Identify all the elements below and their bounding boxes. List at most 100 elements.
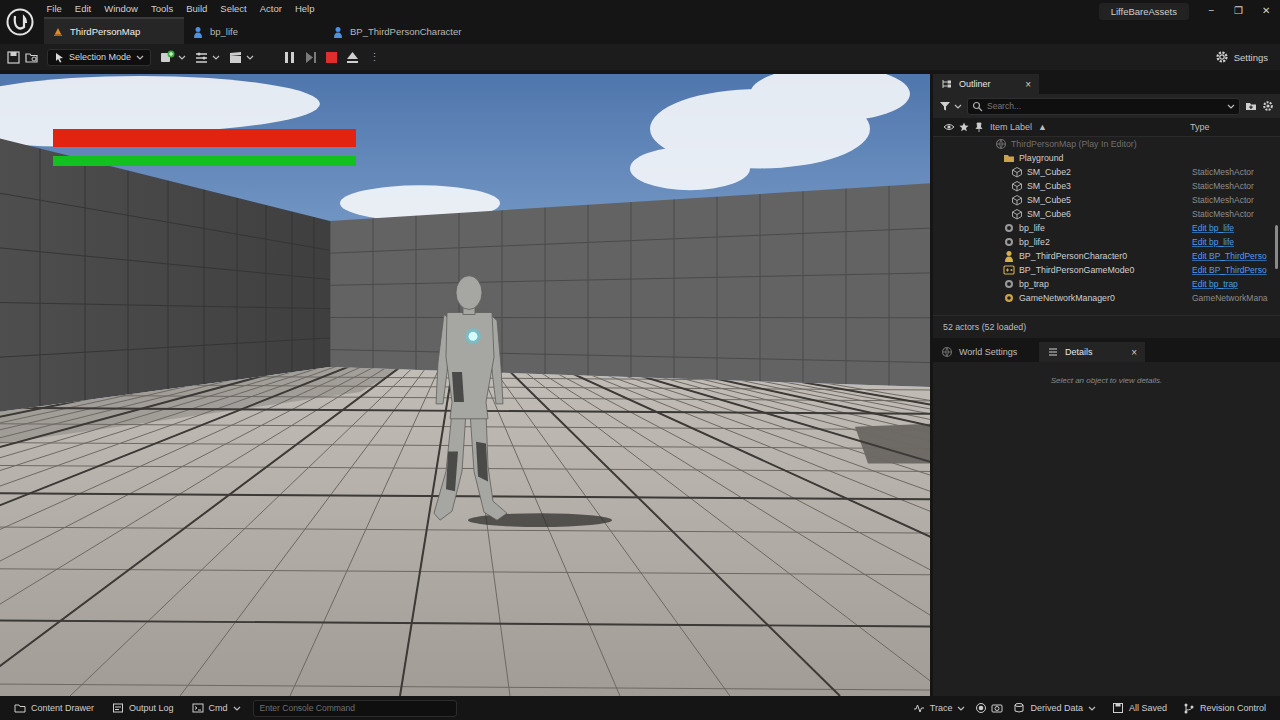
trace-icon <box>913 702 925 714</box>
add-folder-icon <box>1245 100 1257 112</box>
edit-blueprint-link[interactable]: Edit bp_trap <box>1192 279 1238 289</box>
edit-blueprint-link[interactable]: Edit bp_life <box>1192 223 1234 233</box>
document-tab[interactable]: BP_ThirdPersonCharacter <box>324 17 475 44</box>
row-label: bp_life <box>1019 223 1045 233</box>
cinematics-button[interactable] <box>228 50 254 65</box>
world-icon <box>995 138 1007 150</box>
item-label-column[interactable]: Item Label▲ <box>986 122 1190 132</box>
panel-tab-label: World Settings <box>959 347 1017 357</box>
selection-mode-dropdown[interactable]: Selection Mode <box>47 49 151 66</box>
row-label: GameNetworkManager0 <box>1019 293 1115 303</box>
menu-item[interactable]: Window <box>98 3 145 14</box>
document-tab[interactable]: bp_life <box>184 17 324 44</box>
edit-blueprint-link[interactable]: Edit bp_life <box>1192 237 1234 247</box>
status-item[interactable]: Cmd <box>186 702 247 714</box>
add-actor-button[interactable] <box>159 50 186 65</box>
outliner-row[interactable]: SM_Cube3StaticMeshActor <box>933 179 1280 193</box>
menu-item[interactable]: Build <box>180 3 214 14</box>
cube-icon <box>1011 194 1023 206</box>
window-control-button[interactable]: ✕ <box>1259 5 1272 16</box>
manager-icon <box>1003 292 1015 304</box>
outliner-row[interactable]: BP_ThirdPersonCharacter0Edit BP_ThirdPer… <box>933 249 1280 263</box>
menu-item[interactable]: File <box>40 3 68 14</box>
status-item[interactable]: Derived Data <box>1007 702 1102 714</box>
filter-button[interactable] <box>939 100 962 112</box>
blueprint-button[interactable] <box>194 50 220 65</box>
status-label: Revision Control <box>1200 703 1266 713</box>
outliner-tab[interactable]: Outliner× <box>933 74 1039 94</box>
pause-icon <box>282 50 297 65</box>
eye-icon <box>943 122 955 132</box>
row-type: StaticMeshActor <box>1192 181 1254 191</box>
star-icon <box>959 122 969 132</box>
outliner-row[interactable]: SM_Cube5StaticMeshActor <box>933 193 1280 207</box>
status-item[interactable]: Output Log <box>106 702 180 714</box>
play-controls: ⋮ <box>282 50 383 65</box>
row-label: SM_Cube5 <box>1027 195 1071 205</box>
row-label: ThirdPersonMap (Play In Editor) <box>1011 139 1137 149</box>
outliner-row[interactable]: bp_life2Edit bp_life <box>933 235 1280 249</box>
outliner-row[interactable]: SM_Cube2StaticMeshActor <box>933 165 1280 179</box>
revision-control-icon <box>1183 702 1195 714</box>
edit-blueprint-link[interactable]: Edit BP_ThirdPerso <box>1192 265 1267 275</box>
close-button[interactable]: × <box>1013 79 1031 90</box>
document-tab[interactable]: ThirdPersonMap <box>44 17 184 44</box>
output-log-icon <box>112 702 124 714</box>
outliner-row[interactable]: bp_life Edit bp_life <box>933 221 1280 235</box>
outliner-row[interactable]: BP_ThirdPersonGameMode0Edit BP_ThirdPers… <box>933 263 1280 277</box>
outliner-row[interactable]: bp_trapEdit bp_trap <box>933 277 1280 291</box>
cube-icon <box>1011 208 1023 220</box>
outliner-rows: ThirdPersonMap (Play In Editor) Playgroun… <box>933 137 1280 315</box>
edit-blueprint-link[interactable]: Edit BP_ThirdPerso <box>1192 251 1267 261</box>
window-controls: − ❐ ✕ <box>1205 3 1272 16</box>
window-control-button[interactable]: ❐ <box>1232 5 1245 16</box>
outliner-icon <box>941 78 953 90</box>
outliner-row[interactable]: SM_Cube6StaticMeshActor <box>933 207 1280 221</box>
level-viewport[interactable] <box>0 74 930 696</box>
outliner-row[interactable]: GameNetworkManager0GameNetworkMana <box>933 291 1280 305</box>
status-bar: Content Drawer Output Log Cmd Trace Derived … <box>0 696 1280 720</box>
column-label: Type <box>1190 122 1210 132</box>
settings-button[interactable]: Settings <box>1215 50 1274 64</box>
window-control-button[interactable]: − <box>1205 5 1218 16</box>
details-panel: World SettingsDetails×Select an object t… <box>933 342 1280 696</box>
project-name: LiffeBareAssets <box>1099 3 1189 20</box>
main-toolbar: Selection Mode ⋮ Settings <box>0 44 1280 70</box>
menu-item[interactable]: Select <box>214 3 253 14</box>
type-column[interactable]: Type <box>1190 122 1280 132</box>
console-input[interactable] <box>253 700 457 717</box>
bar-fill <box>53 129 356 147</box>
status-item[interactable]: Content Drawer <box>8 702 100 714</box>
status-item[interactable]: Revision Control <box>1177 702 1272 714</box>
menu-item[interactable]: Actor <box>253 3 288 14</box>
panel-tab[interactable]: World Settings <box>933 342 1039 362</box>
status-item[interactable]: Trace <box>907 702 972 714</box>
chevron-down-icon <box>233 705 241 712</box>
select-arrow-icon <box>54 52 64 63</box>
folder-icon <box>1003 152 1015 164</box>
menu-item[interactable]: Edit <box>68 3 97 14</box>
menu-item[interactable]: Help <box>288 3 321 14</box>
browse-icon <box>24 50 39 65</box>
side-panels: Outliner×Item Label▲TypeThirdPersonMap (… <box>933 74 1280 696</box>
clapperboard-icon <box>228 50 243 65</box>
status-label: Content Drawer <box>31 703 94 713</box>
blueprint-icon <box>332 26 344 38</box>
outliner-column-header: Item Label▲Type <box>933 118 1280 137</box>
screenshot-icon <box>991 702 1003 714</box>
scrollbar[interactable] <box>1275 225 1278 269</box>
more-options-button[interactable]: ⋮ <box>366 51 383 64</box>
outliner-row[interactable]: ThirdPersonMap (Play In Editor) <box>933 137 1280 151</box>
menu-item[interactable]: Tools <box>144 3 179 14</box>
column-label: Item Label <box>990 122 1032 132</box>
outliner-row[interactable]: Playground <box>933 151 1280 165</box>
cube-icon <box>1011 166 1023 178</box>
world-icon <box>941 346 953 358</box>
panel-tab-label: Details <box>1065 347 1093 357</box>
row-label: SM_Cube6 <box>1027 209 1071 219</box>
panel-tab[interactable]: Details × <box>1039 342 1145 362</box>
gamemode-icon <box>1003 264 1015 276</box>
close-button[interactable]: × <box>1119 347 1137 358</box>
search-input[interactable] <box>987 101 1223 111</box>
status-item[interactable]: All Saved <box>1106 702 1173 714</box>
